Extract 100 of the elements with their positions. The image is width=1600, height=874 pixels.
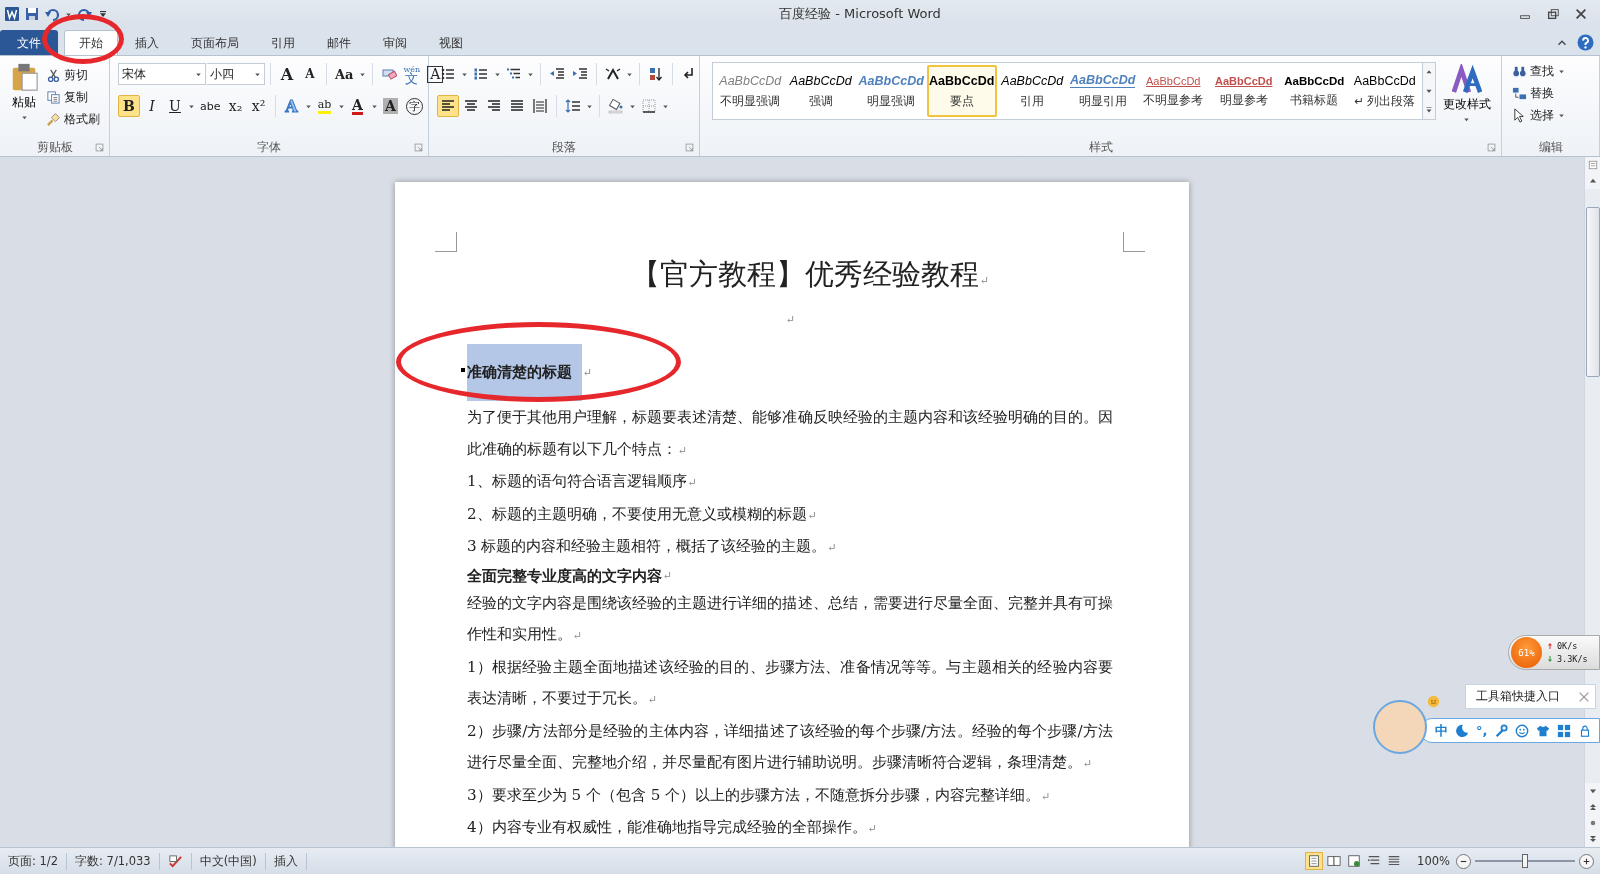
ime-button[interactable]: °, — [1476, 723, 1488, 738]
smiley-icon[interactable] — [1515, 723, 1530, 738]
color-button[interactable]: A — [346, 95, 369, 117]
next-page-button[interactable] — [1584, 831, 1600, 847]
network-speed-widget[interactable]: 61% 0K/s 3.3K/s — [1508, 635, 1600, 670]
sort-icon[interactable] — [648, 66, 664, 82]
case-button[interactable]: Aa — [332, 63, 357, 85]
style-item[interactable]: AaBbCcDd 引用 — [997, 65, 1068, 117]
shirt-icon[interactable] — [1536, 723, 1551, 738]
strike-button[interactable]: abe — [197, 95, 224, 117]
eraser-icon[interactable] — [380, 66, 397, 82]
ribbon-tab[interactable]: 页面布局 — [176, 30, 254, 55]
paint-bucket-icon[interactable] — [608, 98, 624, 114]
ime-button[interactable]: 中 — [1435, 721, 1448, 740]
binoculars-icon — [1512, 64, 1527, 79]
file-tab[interactable]: 文件 — [0, 30, 58, 55]
align-left-icon[interactable] — [440, 98, 456, 114]
distributed-icon[interactable] — [532, 98, 548, 114]
heading-text: 准确清楚的标题 — [467, 343, 582, 401]
moon-icon[interactable] — [1455, 723, 1469, 738]
zoom-in-button[interactable] — [1579, 853, 1594, 869]
sub-button[interactable]: x₂ — [224, 95, 247, 117]
wrench-icon[interactable] — [1494, 723, 1509, 738]
increase-indent-icon[interactable] — [572, 66, 588, 82]
zoom-out-button[interactable] — [1456, 853, 1471, 869]
status-text[interactable]: 中文(中国) — [191, 852, 266, 870]
save-icon[interactable] — [24, 6, 40, 22]
bulleted-list-icon[interactable] — [440, 66, 456, 82]
scrollbar-thumb[interactable] — [1585, 207, 1600, 377]
numbered-list-icon[interactable] — [473, 66, 489, 82]
status-text[interactable]: 插入 — [265, 852, 307, 870]
body-paragraph: 3 标题的内容和经验主题相符，概括了该经验的主题。↵ — [467, 536, 838, 557]
find-button[interactable]: 查找 — [1510, 62, 1568, 81]
select-button[interactable]: 选择 — [1510, 106, 1568, 125]
style-item[interactable]: AaBbCcDd 明显参考 — [1208, 65, 1279, 117]
scroll-up-button[interactable] — [1584, 173, 1600, 189]
format-painter-button[interactable]: 格式刷 — [44, 110, 102, 129]
ribbon-tab[interactable]: 引用 — [256, 30, 310, 55]
style-item[interactable]: AaBbCcDd 不明显强调 — [715, 65, 786, 117]
scroll-down-button[interactable] — [1584, 783, 1600, 799]
shrink-button[interactable]: A — [299, 63, 321, 85]
style-item[interactable]: AaBbCcDd ↵ 列出段落 — [1349, 65, 1420, 117]
replace-button[interactable]: 替换 — [1510, 84, 1568, 103]
help-icon[interactable] — [1577, 34, 1594, 51]
style-item[interactable]: AaBbCcDd 要点 — [926, 65, 997, 117]
undo-icon[interactable] — [44, 6, 60, 22]
word-logo-icon[interactable] — [4, 6, 20, 22]
multilevel-list-icon[interactable] — [506, 66, 522, 82]
align-center-icon[interactable] — [463, 98, 479, 114]
line-spacing-icon[interactable] — [565, 98, 581, 114]
restore-icon[interactable] — [1546, 7, 1560, 21]
download-speed: 3.3K/s — [1557, 654, 1588, 664]
font-name-field[interactable]: 宋体 — [118, 63, 206, 85]
ribbon-tab[interactable]: 插入 — [120, 30, 174, 55]
copy-button[interactable]: 复制 — [44, 88, 102, 107]
font-size-field[interactable]: 小四 — [207, 63, 265, 85]
more-styles-icon[interactable] — [1424, 104, 1434, 115]
style-item[interactable]: AaBbCcDd 书籍标题 — [1279, 65, 1350, 117]
zoom-level[interactable]: 100% — [1411, 854, 1456, 868]
spellcheck-icon[interactable] — [167, 853, 183, 869]
ruler-toggle-icon — [1586, 159, 1599, 171]
ruler-toggle-button[interactable] — [1584, 157, 1600, 173]
ribbon-tab[interactable]: 邮件 — [312, 30, 366, 55]
close-icon[interactable] — [1574, 7, 1588, 21]
decrease-indent-icon[interactable] — [549, 66, 565, 82]
grid-icon[interactable] — [1557, 723, 1572, 738]
view-button[interactable] — [1305, 852, 1324, 870]
paragraph-mark: ↵ — [785, 313, 796, 326]
up-arrow-icon — [1546, 642, 1554, 650]
body-paragraph: 为了便于其他用户理解，标题要表述清楚、能够准确反映经验的主题内容和该经验明确的目的。因此准确的标题有以下几个特点：↵ — [467, 407, 1113, 460]
shading-button[interactable]: A — [379, 95, 402, 117]
justify-icon[interactable] — [509, 98, 525, 114]
bold-button[interactable]: B — [118, 95, 140, 117]
highlight-button[interactable]: ab — [313, 95, 336, 117]
group-label: 剪贴板 — [36, 138, 73, 156]
grow-button[interactable]: A — [276, 63, 298, 85]
style-item[interactable]: AaBbCcDd 明显强调 — [856, 65, 927, 117]
ribbon-tab[interactable]: 开始 — [64, 30, 118, 55]
triangle-arrows-icon[interactable] — [605, 66, 621, 82]
body-paragraph: 2、标题的主题明确，不要使用无意义或模糊的标题↵ — [467, 503, 818, 525]
align-right-icon[interactable] — [486, 98, 502, 114]
style-item[interactable]: AaBbCcDd 明显引用 — [1067, 65, 1138, 117]
zoom-slider-thumb[interactable] — [1522, 854, 1528, 868]
phonetic-button[interactable]: wén 文 — [400, 63, 424, 85]
underline-button[interactable]: U — [164, 95, 186, 117]
redo-icon[interactable] — [77, 6, 93, 22]
body-paragraph: 3）要求至少为 5 个（包含 5 个）以上的步骤方法，不随意拆分步骤，内容完整详细。↵ — [467, 784, 1052, 806]
window-title: 百度经验 - Microsoft Word — [778, 5, 942, 23]
status-text[interactable]: 页面: 1/2 — [0, 852, 68, 870]
status-text[interactable]: 字数: 7/1,033 — [67, 852, 160, 870]
ribbon-tab[interactable]: 视图 — [424, 30, 478, 55]
style-item[interactable]: AaBbCcDd 强调 — [785, 65, 856, 117]
sup-button[interactable]: x² — [247, 95, 270, 117]
change-styles-button[interactable]: 更改样式 — [1436, 62, 1497, 138]
style-item[interactable]: AaBbCcDd 不明显参考 — [1138, 65, 1209, 117]
paste-button[interactable]: 粘贴 — [4, 62, 44, 138]
ribbon-tab[interactable]: 审阅 — [368, 30, 422, 55]
border-grid-icon[interactable] — [641, 98, 657, 114]
cut-button[interactable]: 剪切 — [44, 66, 102, 85]
italic-button[interactable]: I — [141, 95, 163, 117]
